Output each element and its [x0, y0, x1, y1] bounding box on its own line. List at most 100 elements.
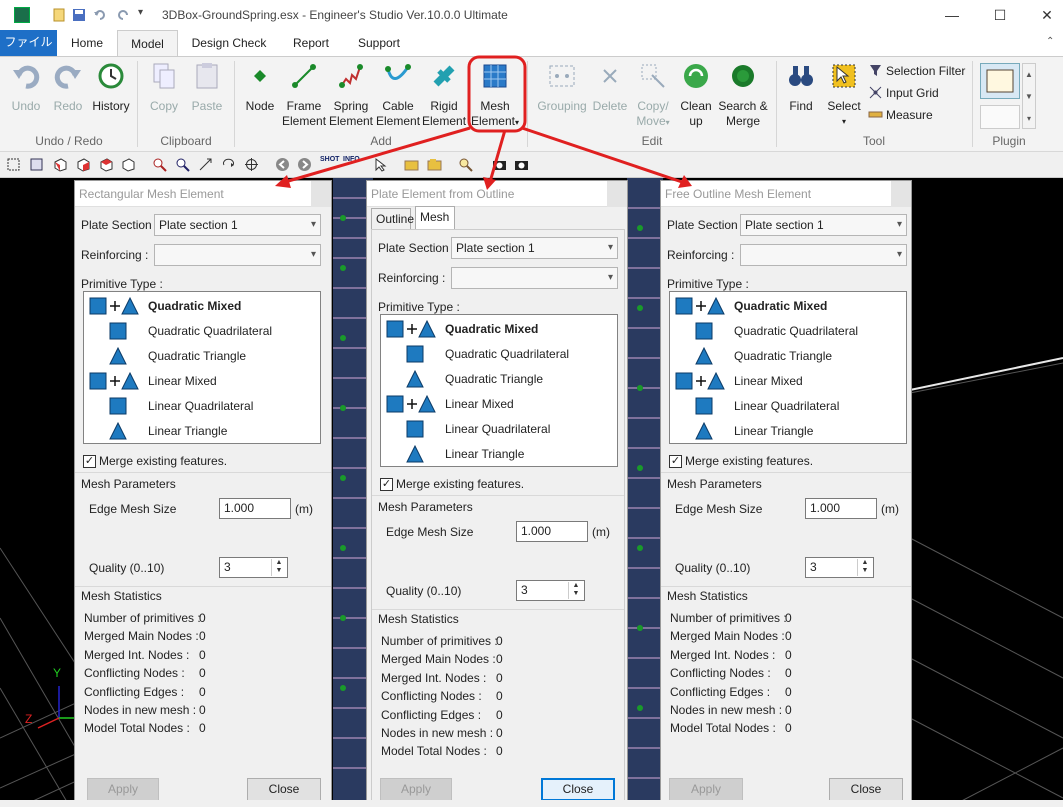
- primitive-item[interactable]: Linear Triangle: [381, 442, 617, 467]
- merge-checkbox[interactable]: ✓: [83, 455, 96, 468]
- primitive-type-list[interactable]: Quadratic Mixed Quadratic Quadrilateral Qu…: [380, 314, 618, 467]
- primitive-item[interactable]: Quadratic Quadrilateral: [84, 319, 320, 344]
- pan-icon[interactable]: [198, 157, 213, 172]
- plugin-scroll[interactable]: ▲ ▼ ▾: [1022, 63, 1036, 129]
- measure-button[interactable]: Measure: [868, 107, 933, 122]
- camera-2-icon[interactable]: [514, 157, 529, 172]
- apply-button[interactable]: Apply: [380, 778, 452, 801]
- zoom-out-icon[interactable]: [175, 157, 190, 172]
- crosshair-icon[interactable]: [244, 157, 259, 172]
- history-button[interactable]: History: [90, 61, 132, 114]
- primitive-item[interactable]: Quadratic Mixed: [381, 317, 617, 342]
- quality-stepper[interactable]: ▲ ▼: [857, 559, 872, 576]
- tab-outline[interactable]: Outline: [371, 208, 414, 230]
- pointer-icon[interactable]: [373, 157, 388, 172]
- close-button[interactable]: Close: [247, 778, 321, 801]
- ribbon-collapse-icon[interactable]: ⌃: [1046, 36, 1054, 47]
- reinforcing-select[interactable]: ▾: [451, 267, 618, 289]
- tab-design-check[interactable]: Design Check: [182, 30, 276, 56]
- redo-icon[interactable]: [116, 8, 130, 22]
- primitive-item[interactable]: Linear Quadrilateral: [381, 417, 617, 442]
- primitive-type-list[interactable]: Quadratic Mixed Quadratic Quadrilateral Qu…: [669, 291, 907, 444]
- select-all-icon[interactable]: [6, 157, 21, 172]
- primitive-item[interactable]: Linear Triangle: [670, 419, 906, 444]
- quality-input[interactable]: 3 ▲ ▼: [516, 580, 585, 601]
- selection-filter-button[interactable]: Selection Filter: [868, 63, 965, 78]
- close-button[interactable]: Close: [829, 778, 903, 801]
- edge-mesh-size-input[interactable]: 1.000: [516, 521, 588, 542]
- merge-checkbox[interactable]: ✓: [669, 455, 682, 468]
- search-icon[interactable]: [458, 157, 473, 172]
- search-merge-button[interactable]: Search & Merge: [716, 61, 770, 129]
- spring-element-button[interactable]: Spring Element: [328, 61, 374, 129]
- primitive-item[interactable]: Linear Mixed: [670, 369, 906, 394]
- cable-element-button[interactable]: Cable Element: [376, 61, 420, 129]
- undo-button[interactable]: Undo: [6, 61, 46, 114]
- open-folder-icon[interactable]: [427, 157, 442, 172]
- quality-input[interactable]: 3 ▲ ▼: [805, 557, 874, 578]
- apply-button[interactable]: Apply: [669, 778, 743, 801]
- qa-dropdown-icon[interactable]: ▾: [138, 7, 143, 18]
- primitive-item[interactable]: Quadratic Quadrilateral: [670, 319, 906, 344]
- plugin-button[interactable]: [980, 63, 1020, 99]
- zoom-in-icon[interactable]: [152, 157, 167, 172]
- fit-view-icon[interactable]: [29, 157, 44, 172]
- copy-move-button[interactable]: Copy/ Move▾: [632, 61, 674, 130]
- mesh-element-button[interactable]: Mesh Element▾: [470, 61, 520, 130]
- delete-button[interactable]: Delete: [592, 61, 628, 114]
- quality-stepper[interactable]: ▲ ▼: [568, 582, 583, 599]
- tab-mesh[interactable]: Mesh: [415, 206, 455, 230]
- tab-report[interactable]: Report: [282, 30, 340, 56]
- close-button[interactable]: Close: [541, 778, 615, 801]
- primitive-item[interactable]: Quadratic Mixed: [84, 294, 320, 319]
- dialog-close-icon[interactable]: [607, 181, 627, 207]
- plate-section-select[interactable]: Plate section 1 ▾: [154, 214, 321, 236]
- node-button[interactable]: Node: [240, 61, 280, 114]
- rigid-element-button[interactable]: Rigid Element: [422, 61, 466, 129]
- edge-mesh-size-input[interactable]: 1.000: [219, 498, 291, 519]
- minimize-button[interactable]: —: [937, 4, 967, 26]
- tab-model[interactable]: Model: [117, 30, 178, 56]
- new-file-icon[interactable]: [52, 8, 66, 22]
- primitive-item[interactable]: Linear Quadrilateral: [670, 394, 906, 419]
- grouping-button[interactable]: Grouping: [535, 61, 589, 114]
- primitive-item[interactable]: Quadratic Quadrilateral: [381, 342, 617, 367]
- forward-icon[interactable]: [297, 157, 312, 172]
- copy-button[interactable]: Copy: [144, 61, 184, 114]
- frame-element-button[interactable]: Frame Element: [282, 61, 326, 129]
- snapshot-icon[interactable]: SHOT: [320, 156, 339, 163]
- primitive-item[interactable]: Quadratic Triangle: [381, 367, 617, 392]
- primitive-item[interactable]: Quadratic Triangle: [670, 344, 906, 369]
- redo-button[interactable]: Redo: [48, 61, 88, 114]
- merge-checkbox[interactable]: ✓: [380, 478, 393, 491]
- primitive-type-list[interactable]: Quadratic Mixed Quadratic Quadrilateral Qu…: [83, 291, 321, 444]
- cube-iso-icon[interactable]: [121, 157, 136, 172]
- primitive-item[interactable]: Linear Quadrilateral: [84, 394, 320, 419]
- cube-front-icon[interactable]: [53, 157, 68, 172]
- cube-top-icon[interactable]: [99, 157, 114, 172]
- close-window-button[interactable]: ✕: [1032, 4, 1062, 26]
- cleanup-button[interactable]: Clean up: [676, 61, 716, 129]
- plugin-button-2[interactable]: [980, 105, 1020, 129]
- edge-mesh-size-input[interactable]: 1.000: [805, 498, 877, 519]
- reinforcing-select[interactable]: ▾: [154, 244, 321, 266]
- primitive-item[interactable]: Linear Mixed: [84, 369, 320, 394]
- dialog-close-icon[interactable]: [311, 181, 331, 207]
- undo-icon[interactable]: [93, 8, 107, 22]
- maximize-button[interactable]: ☐: [985, 4, 1015, 26]
- primitive-item[interactable]: Quadratic Triangle: [84, 344, 320, 369]
- back-icon[interactable]: [275, 157, 290, 172]
- plate-section-select[interactable]: Plate section 1 ▾: [740, 214, 907, 236]
- tab-home[interactable]: Home: [60, 30, 114, 56]
- primitive-item[interactable]: Linear Mixed: [381, 392, 617, 417]
- select-button[interactable]: Select ▾: [824, 61, 864, 129]
- camera-icon[interactable]: [492, 157, 507, 172]
- folder-icon[interactable]: [404, 157, 419, 172]
- quality-input[interactable]: 3 ▲ ▼: [219, 557, 288, 578]
- find-button[interactable]: Find: [782, 61, 820, 114]
- tab-support[interactable]: Support: [348, 30, 410, 56]
- paste-button[interactable]: Paste: [186, 61, 228, 114]
- input-grid-button[interactable]: Input Grid: [868, 85, 939, 100]
- reinforcing-select[interactable]: ▾: [740, 244, 907, 266]
- cube-side-icon[interactable]: [76, 157, 91, 172]
